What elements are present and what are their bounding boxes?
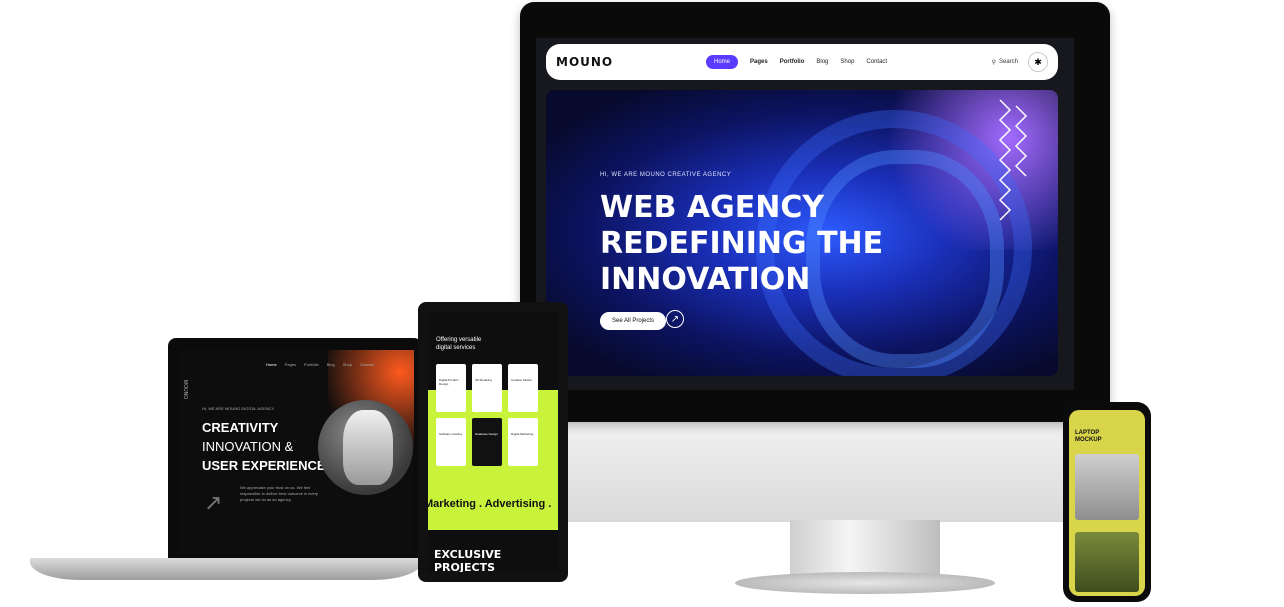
laptop-headline-line-3: USER EXPERIENCE <box>202 458 326 473</box>
hero-banner: HI, WE ARE MOUNO CREATIVE AGENCY WEB AGE… <box>546 90 1058 376</box>
asterisk-icon: ✱ <box>1034 56 1042 67</box>
desktop-navbar: MOUNO Home Pages Portfolio Blog Shop Con… <box>546 44 1058 80</box>
site-logo[interactable]: MOUNO <box>556 55 706 69</box>
settings-button[interactable]: ✱ <box>1028 52 1048 72</box>
tablet-exclusive-heading: EXCLUSIVE PROJECTS <box>434 548 502 572</box>
nav-pages[interactable]: Pages <box>750 59 768 65</box>
tablet-title-line-2: digital services <box>436 345 476 351</box>
nav-portfolio[interactable]: Portfolio <box>780 59 805 65</box>
laptop-headline-line-1: CREATIVITY <box>202 420 279 435</box>
laptop-headline-line-2: INNOVATION & <box>202 439 294 454</box>
search-icon: ⚲ <box>991 59 996 66</box>
main-menu: Home Pages Portfolio Blog Shop Contact <box>706 55 887 69</box>
hero-headline-line-3: INNOVATION <box>600 262 811 297</box>
laptop-tagline: HI, WE ARE MOUNO DIGITAL AGENCY <box>202 406 275 411</box>
hero-headline-line-2: REDEFINING THE <box>600 226 884 261</box>
laptop-body-text: We appreciate your trust on us. We feel … <box>240 485 319 502</box>
laptop-logo[interactable]: MOUNO <box>182 380 188 399</box>
laptop-headline: CREATIVITY INNOVATION & USER EXPERIENCE <box>202 418 332 475</box>
search-label: Search <box>998 59 1018 65</box>
desktop-screen: MOUNO Home Pages Portfolio Blog Shop Con… <box>536 38 1074 390</box>
monitor-chin <box>520 410 1110 522</box>
product-image <box>1075 532 1139 592</box>
tablet-screen: Offering versatile digital services Digi… <box>428 312 558 572</box>
nav-blog[interactable]: Blog <box>816 59 828 65</box>
phone-title-line-1: LAPTOP <box>1075 430 1100 436</box>
hero-tagline: HI, WE ARE MOUNO CREATIVE AGENCY <box>600 172 732 178</box>
service-card-title: Database Design <box>475 432 499 436</box>
see-all-projects-button[interactable]: See All Projects <box>600 312 667 330</box>
service-card[interactable]: 3D Modeling <box>472 364 502 412</box>
laptop-nav-blog[interactable]: Blog <box>327 362 335 367</box>
laptop-screen: MOUNO Home Pages Portfolio Blog Shop Con… <box>178 350 414 555</box>
tablet-section-title: Offering versatile digital services <box>436 336 481 352</box>
service-card-title: Software Hosting <box>439 432 462 436</box>
hero-headline: WEB AGENCY REDEFINING THE INNOVATION <box>600 190 900 298</box>
phone-title-line-2: MOCKUP <box>1075 437 1102 443</box>
service-card[interactable]: Database Design <box>472 418 502 466</box>
astronaut-image <box>343 410 393 485</box>
service-card-title: Creative Motion <box>511 378 533 382</box>
nav-actions: ⚲ Search ✱ <box>992 52 1048 72</box>
service-card[interactable]: Digital Product Design <box>436 364 466 412</box>
laptop-nav-pages[interactable]: Pages <box>285 362 296 367</box>
monitor-stand-foot <box>735 572 995 594</box>
tablet-title-line-1: Offering versatile <box>436 337 482 343</box>
zigzag-decoration <box>998 99 1028 221</box>
service-card-title: 3D Modeling <box>475 378 492 382</box>
tablet-marquee: Marketing . Advertising . <box>428 498 552 510</box>
arrow-up-right-icon: ↗ <box>204 490 223 515</box>
nav-home[interactable]: Home <box>706 55 739 69</box>
arrow-up-right-icon[interactable]: ↗ <box>666 310 684 328</box>
laptop-nav-shop[interactable]: Shop <box>343 362 352 367</box>
laptop-base <box>30 558 422 580</box>
laptop-nav-home[interactable]: Home <box>266 362 277 367</box>
monitor-stand-neck <box>790 520 940 580</box>
nav-shop[interactable]: Shop <box>840 59 854 65</box>
laptop-nav-portfolio[interactable]: Portfolio <box>304 362 319 367</box>
phone-title: LAPTOP MOCKUP <box>1075 430 1102 444</box>
service-card-title: Digital Marketing <box>511 432 534 436</box>
laptop-menu: Home Pages Portfolio Blog Shop Contact <box>266 362 374 367</box>
service-card[interactable]: Digital Marketing <box>508 418 538 466</box>
search-button[interactable]: ⚲ Search <box>992 59 1018 66</box>
laptop-mockup-image <box>1075 454 1139 520</box>
phone-screen: LAPTOP MOCKUP <box>1069 410 1145 596</box>
hero-headline-line-1: WEB AGENCY <box>600 190 825 225</box>
service-card[interactable]: Software Hosting <box>436 418 466 466</box>
service-card[interactable]: Creative Motion <box>508 364 538 412</box>
service-card-title: Digital Product Design <box>439 378 459 386</box>
nav-contact[interactable]: Contact <box>866 59 887 65</box>
laptop-nav-contact[interactable]: Contact <box>360 362 374 367</box>
